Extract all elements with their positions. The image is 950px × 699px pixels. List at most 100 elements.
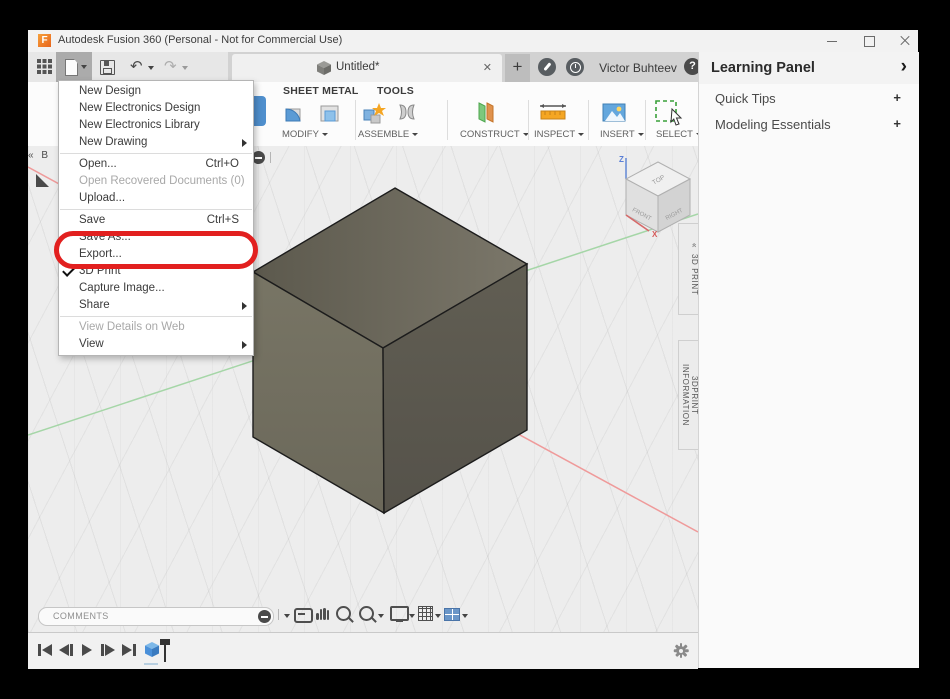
- learning-panel: Learning Panel › Quick Tips + Modeling E…: [698, 52, 919, 668]
- select-icon[interactable]: [654, 99, 680, 125]
- display-settings-icon[interactable]: [390, 606, 409, 621]
- construct-group-label[interactable]: CONSTRUCT: [460, 129, 529, 140]
- user-account-button[interactable]: Victor Buhteev: [598, 61, 678, 75]
- job-status-icon[interactable]: [566, 58, 584, 76]
- modify-group-label[interactable]: MODIFY: [282, 129, 328, 140]
- zoom-icon[interactable]: [336, 606, 351, 621]
- comments-marker-icon[interactable]: [258, 610, 271, 623]
- svg-text:X: X: [652, 230, 658, 239]
- construct-plane-icon[interactable]: [472, 99, 498, 125]
- close-button[interactable]: [898, 34, 912, 48]
- learning-panel-title: Learning Panel: [711, 60, 815, 76]
- shell-icon[interactable]: [316, 99, 342, 125]
- menu-item-new-design[interactable]: New Design: [59, 83, 253, 100]
- menu-item-new-electronics-design[interactable]: New Electronics Design: [59, 100, 253, 117]
- chevron-right-icon[interactable]: ›: [901, 56, 907, 78]
- extensions-icon[interactable]: [538, 58, 556, 76]
- menu-item-view-details-on-web: View Details on Web: [59, 319, 253, 336]
- chevron-down-icon[interactable]: [378, 614, 384, 618]
- menu-item-share[interactable]: Share: [59, 297, 253, 314]
- fit-view-icon[interactable]: [359, 606, 374, 621]
- menu-item-view[interactable]: View: [59, 336, 253, 353]
- tab-close-icon[interactable]: ✕: [483, 61, 492, 74]
- orbit-icon[interactable]: [294, 608, 313, 623]
- assemble-group-label[interactable]: ASSEMBLE: [358, 129, 418, 140]
- expand-plus-icon[interactable]: +: [893, 90, 901, 105]
- submenu-arrow-icon: [242, 139, 247, 147]
- document-tab-title: Untitled*: [336, 61, 379, 73]
- menu-item-save[interactable]: SaveCtrl+S: [59, 212, 253, 229]
- fusion-logo-icon: F: [38, 34, 51, 47]
- submenu-arrow-icon: [242, 302, 247, 310]
- menu-item-upload[interactable]: Upload...: [59, 190, 253, 207]
- timeline-play-button[interactable]: [80, 643, 96, 657]
- measure-icon[interactable]: [538, 99, 564, 125]
- learning-panel-header[interactable]: Learning Panel ›: [699, 52, 919, 84]
- top-bar: ↶ ↷ Untitled* ✕ + Victor Buhteev ?: [28, 52, 698, 82]
- menu-item-save-as[interactable]: Save As...: [59, 229, 253, 246]
- comments-label: COMMENTS: [53, 611, 109, 621]
- chevron-down-icon[interactable]: [462, 614, 468, 618]
- ribbon-tab-sheet-metal[interactable]: SHEET METAL: [283, 85, 359, 97]
- group-separator: [355, 100, 356, 140]
- separator: [270, 152, 271, 163]
- timeline-go-end-button[interactable]: [122, 643, 138, 657]
- chevron-down-icon[interactable]: [409, 614, 415, 618]
- menu-item-3d-print[interactable]: 3D Print: [59, 263, 253, 280]
- timeline-gear-icon[interactable]: [673, 643, 688, 658]
- file-menu-button[interactable]: [56, 52, 92, 82]
- timeline-marker-handle[interactable]: [164, 639, 166, 662]
- app-grid-icon[interactable]: [37, 59, 52, 79]
- menu-item-open-recovered-documents: Open Recovered Documents (0): [59, 173, 253, 190]
- lp-item-quick-tips[interactable]: Quick Tips +: [715, 90, 905, 108]
- undo-icon[interactable]: ↶: [130, 57, 143, 75]
- separator: [278, 609, 279, 620]
- menu-item-new-electronics-library[interactable]: New Electronics Library: [59, 117, 253, 134]
- comments-bar[interactable]: COMMENTS: [38, 607, 274, 626]
- lp-item-label: Modeling Essentials: [715, 117, 831, 132]
- document-cube-icon: [317, 61, 332, 75]
- insert-group-label[interactable]: INSERT: [600, 129, 644, 140]
- menu-separator: [60, 153, 252, 154]
- expand-plus-icon[interactable]: +: [893, 116, 901, 131]
- minimize-button[interactable]: [825, 34, 839, 48]
- new-tab-button[interactable]: +: [505, 54, 530, 82]
- undo-dropdown-icon[interactable]: [148, 66, 154, 70]
- submenu-arrow-icon: [242, 341, 247, 349]
- collapse-icon[interactable]: «: [28, 150, 34, 161]
- tab-3dprint-information[interactable]: 3DPRINT INFORMATION: [678, 340, 698, 450]
- chevron-down-icon[interactable]: [435, 614, 441, 618]
- group-separator: [528, 100, 529, 140]
- select-group-label[interactable]: SELECT: [656, 129, 702, 140]
- menu-item-new-drawing[interactable]: New Drawing: [59, 134, 253, 151]
- lp-item-modeling-essentials[interactable]: Modeling Essentials +: [715, 116, 905, 134]
- maximize-button[interactable]: [862, 34, 876, 48]
- viewports-icon[interactable]: [444, 608, 460, 621]
- ribbon-tab-tools[interactable]: TOOLS: [377, 85, 414, 97]
- joint-icon[interactable]: [394, 99, 420, 125]
- menu-item-capture-image[interactable]: Capture Image...: [59, 280, 253, 297]
- inspect-group-label[interactable]: INSPECT: [534, 129, 584, 140]
- quick-access-toolbar: ↶ ↷: [28, 52, 228, 82]
- redo-icon[interactable]: ↷: [164, 57, 177, 75]
- chevron-down-icon[interactable]: [284, 614, 290, 618]
- timeline-step-back-button[interactable]: [59, 643, 75, 657]
- save-icon[interactable]: [100, 60, 115, 75]
- group-separator: [645, 100, 646, 140]
- timeline-step-forward-button[interactable]: [101, 643, 117, 657]
- insert-image-icon[interactable]: [600, 99, 626, 125]
- new-component-icon[interactable]: [361, 99, 387, 125]
- browser-corner-shape: [36, 174, 49, 187]
- document-tab[interactable]: Untitled* ✕: [232, 54, 502, 82]
- tab-3d-print[interactable]: « 3D PRINT: [678, 223, 698, 315]
- fillet-icon[interactable]: [280, 99, 306, 125]
- timeline-go-start-button[interactable]: [38, 643, 54, 657]
- grid-snap-icon[interactable]: [418, 606, 433, 621]
- menu-item-open[interactable]: Open...Ctrl+O: [59, 156, 253, 173]
- redo-dropdown-icon[interactable]: [182, 66, 188, 70]
- browser-collapse-control[interactable]: « B: [28, 150, 58, 168]
- chevron-down-icon: [81, 65, 87, 69]
- menu-item-export[interactable]: Export...: [59, 246, 253, 263]
- group-separator: [447, 100, 448, 140]
- pan-icon[interactable]: [316, 607, 329, 620]
